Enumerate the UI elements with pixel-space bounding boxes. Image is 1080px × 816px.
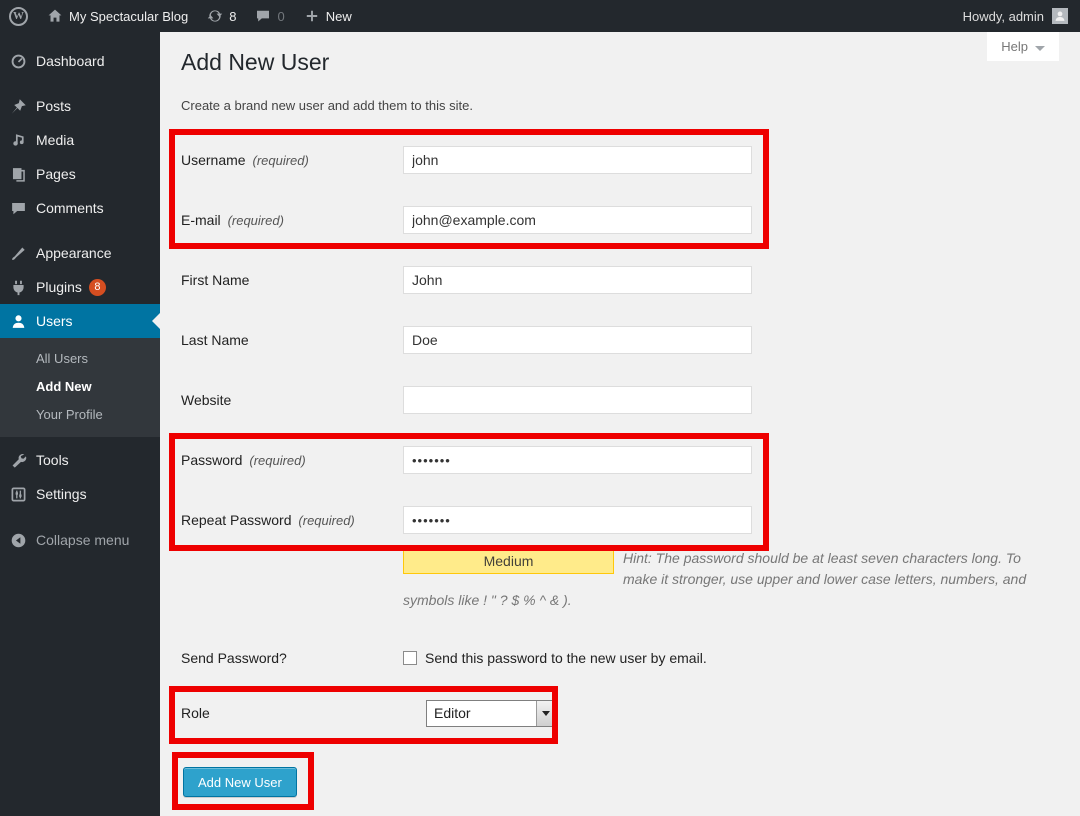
site-name-label: My Spectacular Blog [69,9,188,24]
collapse-menu-button[interactable]: Collapse menu [0,523,160,557]
plus-icon [303,7,321,25]
paintbrush-icon [8,243,28,263]
comment-bubble-icon [254,7,272,25]
sidebar-item-posts[interactable]: Posts [0,89,160,123]
password-label: Password (required) [181,446,306,475]
submenu-item-add-new[interactable]: Add New [0,373,160,401]
select-dropdown-button[interactable] [536,701,554,726]
plugins-update-badge: 8 [89,279,106,296]
username-label: Username (required) [181,146,309,175]
wordpress-logo-icon: W [9,7,28,26]
required-note: (required) [249,453,305,468]
sidebar-item-label: Plugins [36,279,82,295]
new-label: New [326,9,352,24]
email-field[interactable] [403,206,752,234]
plug-icon [8,277,28,297]
settings-sliders-icon [8,484,28,504]
submenu-item-your-profile[interactable]: Your Profile [0,401,160,429]
wordpress-logo-menu[interactable]: W [0,0,37,32]
main-content: Help Add New User Create a brand new use… [160,32,1080,816]
sidebar-item-label: Media [36,132,74,148]
admin-sidebar: Dashboard Posts Media Pages Comments [0,32,160,816]
sidebar-item-label: Settings [36,486,87,502]
sidebar-item-comments[interactable]: Comments [0,191,160,225]
email-label: E-mail (required) [181,206,284,235]
users-submenu: All Users Add New Your Profile [0,338,160,437]
add-new-user-button[interactable]: Add New User [183,767,297,797]
wrench-icon [8,450,28,470]
required-note: (required) [298,513,354,528]
site-name-link[interactable]: My Spectacular Blog [37,0,197,32]
repeat-password-input[interactable] [403,506,752,534]
password-strength-meter: Medium [403,548,614,574]
new-content-menu[interactable]: New [294,0,361,32]
sidebar-item-users[interactable]: Users [0,304,160,338]
updates-count: 8 [229,9,236,24]
sidebar-item-label: Posts [36,98,71,114]
sidebar-item-media[interactable]: Media [0,123,160,157]
comments-count: 0 [277,9,284,24]
sidebar-item-label: Tools [36,452,69,468]
sidebar-item-label: Pages [36,166,76,182]
sidebar-item-label: Collapse menu [36,532,129,548]
updates-link[interactable]: 8 [197,0,245,32]
username-input[interactable] [403,146,752,174]
role-selected-value: Editor [427,701,536,726]
role-select[interactable]: Editor [426,700,555,727]
sidebar-item-settings[interactable]: Settings [0,477,160,511]
home-icon [46,7,64,25]
password-hint-block: Medium Hint: The password should be at l… [403,548,1037,611]
sidebar-item-dashboard[interactable]: Dashboard [0,44,160,78]
dashboard-gauge-icon [8,51,28,71]
send-password-label: Send Password? [181,644,287,672]
required-note: (required) [228,213,284,228]
comments-bubble-icon [8,198,28,218]
last-name-input[interactable] [403,326,752,354]
required-note: (required) [252,153,308,168]
avatar[interactable] [1052,8,1068,24]
media-icon [8,130,28,150]
pages-icon [8,164,28,184]
page-description: Create a brand new user and add them to … [181,98,473,113]
last-name-label: Last Name [181,326,249,354]
website-input[interactable] [403,386,752,414]
first-name-input[interactable] [403,266,752,294]
send-password-checkbox[interactable] [403,651,417,665]
role-label: Role [181,700,210,727]
sidebar-item-label: Appearance [36,245,112,261]
howdy-account-link[interactable]: Howdy, admin [963,9,1044,24]
page-title: Add New User [181,49,329,76]
sidebar-item-appearance[interactable]: Appearance [0,236,160,270]
help-label: Help [1001,39,1028,54]
comments-link[interactable]: 0 [245,0,293,32]
admin-bar: W My Spectacular Blog 8 0 New [0,0,1080,32]
collapse-arrow-icon [8,530,28,550]
sidebar-item-label: Comments [36,200,104,216]
sidebar-item-label: Dashboard [36,53,105,69]
repeat-password-label: Repeat Password (required) [181,506,355,535]
pushpin-icon [8,96,28,116]
sidebar-item-plugins[interactable]: Plugins 8 [0,270,160,304]
send-password-checkbox-label: Send this password to the new user by em… [425,644,707,672]
sidebar-item-tools[interactable]: Tools [0,443,160,477]
sidebar-item-pages[interactable]: Pages [0,157,160,191]
chevron-down-icon [542,711,550,716]
chevron-down-icon [1035,46,1045,51]
first-name-label: First Name [181,266,249,294]
sidebar-item-label: Users [36,313,73,329]
website-label: Website [181,386,231,414]
updates-icon [206,7,224,25]
user-icon [8,311,28,331]
password-input[interactable] [403,446,752,474]
help-tab-button[interactable]: Help [987,32,1059,61]
submenu-item-all-users[interactable]: All Users [0,345,160,373]
